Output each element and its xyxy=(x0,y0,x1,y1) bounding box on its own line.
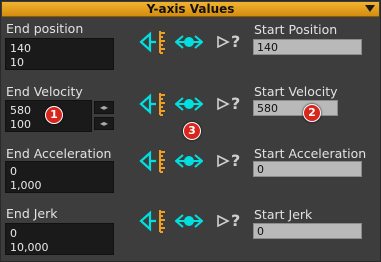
start-jerk-label: Start Jerk xyxy=(254,207,313,222)
end-position-label: End position xyxy=(6,21,84,36)
y-axis-values-panel: Y-axis Values End position 140 10 Start … xyxy=(0,0,381,262)
question-arrow-icon[interactable] xyxy=(216,97,230,111)
double-arrow-icon[interactable] xyxy=(175,213,203,229)
start-velocity-value: 580 xyxy=(257,102,278,115)
arrow-into-ruler-icon[interactable] xyxy=(139,148,167,174)
question-mark: ? xyxy=(231,94,241,113)
collapse-arrow-icon[interactable] xyxy=(365,5,375,12)
question-arrow-icon[interactable] xyxy=(216,214,230,228)
end-velocity-increment: 100 xyxy=(10,118,31,131)
question-mark: ? xyxy=(231,211,241,230)
question-arrow-icon[interactable] xyxy=(216,154,230,168)
end-acceleration-field[interactable]: 0 1,000 xyxy=(5,161,114,193)
arrow-into-ruler-icon[interactable] xyxy=(139,29,167,55)
start-acceleration-label: Start Acceleration xyxy=(254,146,367,161)
question-mark: ? xyxy=(231,32,241,51)
end-jerk-label: End Jerk xyxy=(6,206,58,221)
start-velocity-label: Start Velocity xyxy=(254,84,338,99)
end-velocity-label: End Velocity xyxy=(6,84,83,99)
double-arrow-icon[interactable] xyxy=(175,153,203,169)
double-arrow-icon[interactable] xyxy=(175,34,203,50)
callout-badge-3: 3 xyxy=(183,122,201,140)
panel-title: Y-axis Values xyxy=(146,2,235,16)
end-position-field[interactable]: 140 10 xyxy=(5,38,114,70)
double-arrow-icon[interactable] xyxy=(175,96,203,112)
end-position-increment: 10 xyxy=(10,56,24,69)
end-acceleration-value: 0 xyxy=(10,165,17,178)
start-acceleration-field[interactable]: 0 xyxy=(253,161,362,177)
question-arrow-icon[interactable] xyxy=(216,35,230,49)
end-acceleration-label: End Acceleration xyxy=(6,146,112,161)
panel-titlebar[interactable]: Y-axis Values xyxy=(2,2,379,17)
start-jerk-field[interactable]: 0 xyxy=(253,223,362,239)
start-jerk-value: 0 xyxy=(257,225,264,238)
end-jerk-value: 0 xyxy=(10,227,17,240)
end-velocity-value: 580 xyxy=(10,104,31,117)
arrow-into-ruler-icon[interactable] xyxy=(139,91,167,117)
callout-badge-2: 2 xyxy=(303,104,321,122)
arrow-into-ruler-icon[interactable] xyxy=(139,208,167,234)
question-mark: ? xyxy=(231,151,241,170)
start-position-field[interactable]: 140 xyxy=(253,39,362,55)
end-jerk-increment: 10,000 xyxy=(10,241,49,254)
start-position-label: Start Position xyxy=(254,22,338,37)
start-velocity-field[interactable]: 580 xyxy=(253,100,338,116)
start-acceleration-value: 0 xyxy=(257,163,264,176)
callout-badge-1: 1 xyxy=(45,106,63,124)
start-position-value: 140 xyxy=(257,41,278,54)
end-acceleration-increment: 1,000 xyxy=(10,179,42,192)
end-velocity-spinner-bottom[interactable]: ◂▸ xyxy=(94,117,114,130)
end-velocity-spinner-top[interactable]: ◂▸ xyxy=(94,101,114,114)
end-position-value: 140 xyxy=(10,42,31,55)
end-jerk-field[interactable]: 0 10,000 xyxy=(5,223,114,255)
